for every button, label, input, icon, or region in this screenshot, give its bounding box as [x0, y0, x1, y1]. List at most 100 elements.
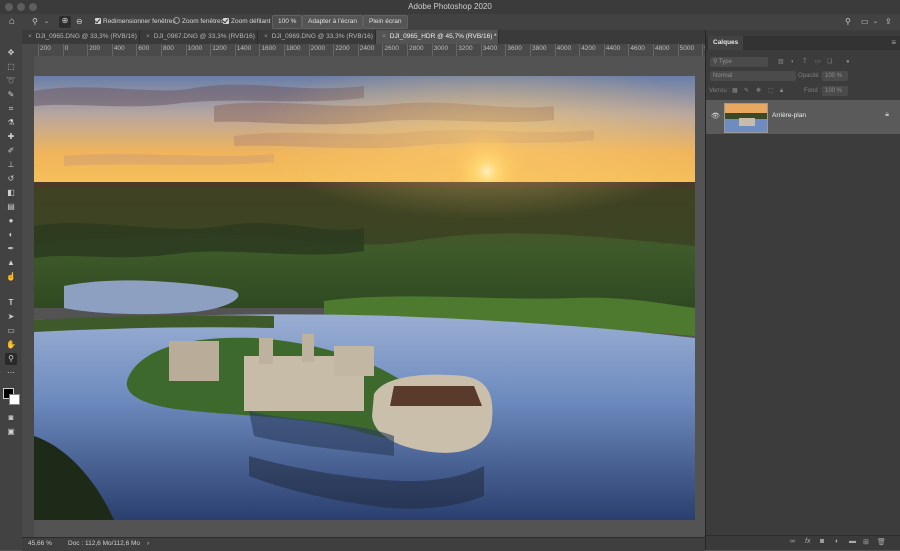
zoom-in-icon[interactable]: ⊕	[59, 16, 71, 28]
path-selection-tool-icon[interactable]: ➤	[5, 311, 17, 323]
dodge-tool-icon[interactable]: ◐	[5, 229, 17, 241]
share-icon[interactable]: ⇪	[885, 17, 892, 27]
shape-tool-icon[interactable]: ▭	[5, 325, 17, 337]
quick-selection-tool-icon[interactable]: ✎	[5, 89, 17, 101]
ruler-tick-label: 400	[113, 45, 125, 52]
ruler-tick-mark	[111, 44, 113, 56]
lock-pixels-icon[interactable]: ✎	[744, 86, 749, 96]
smudge-tool-icon[interactable]: ☝	[5, 271, 17, 283]
zoom-tool-icon[interactable]: ⚲	[5, 353, 17, 365]
ruler-tick-label: 200	[89, 45, 101, 52]
fill-field[interactable]: 100 %	[822, 86, 848, 96]
workspace-icon[interactable]: ▭	[861, 17, 869, 27]
zoom-all-checkbox[interactable]	[173, 17, 180, 24]
close-tab-icon[interactable]: ×	[146, 33, 150, 40]
adjustment-layer-icon[interactable]: ◐	[835, 538, 839, 545]
filter-smart-object-icon[interactable]: ❏	[827, 57, 832, 67]
more-tools-icon[interactable]: ⋯	[5, 367, 17, 379]
ruler-tick-mark	[628, 44, 630, 56]
tab-dji-0965-hdr[interactable]: × DJI_0965_HDR @ 45,7% (RVB/16) *	[376, 30, 499, 44]
type-tool-icon[interactable]: T	[5, 297, 17, 309]
sharpen-tool-icon[interactable]: ▲	[5, 257, 17, 269]
fit-screen-button[interactable]: Adapter à l'écran	[302, 15, 363, 29]
ruler-tick-mark	[530, 44, 531, 56]
marquee-tool-icon[interactable]: ⬚	[5, 61, 17, 73]
filter-shape-icon[interactable]: ▭	[815, 57, 821, 67]
ruler-tick-label: 600	[138, 45, 150, 52]
chevron-down-icon[interactable]: ⌄	[44, 17, 49, 27]
opacity-field[interactable]: 100 %	[822, 71, 848, 81]
eraser-tool-icon[interactable]: ◧	[5, 187, 17, 199]
search-icon[interactable]: ⚲	[845, 17, 851, 27]
add-mask-icon[interactable]: ◙	[820, 538, 824, 545]
tab-dji-0965[interactable]: × DJI_0965.DNG @ 33,3% (RVB/16)	[22, 30, 140, 44]
home-icon[interactable]: ⌂	[9, 17, 15, 27]
document-canvas[interactable]	[34, 56, 705, 537]
layer-row[interactable]: 👁︎ Arrière-plan 🔒︎	[706, 100, 900, 134]
tab-dji-0969[interactable]: × DJI_0969.DNG @ 33,3% (RVB/16)	[258, 30, 376, 44]
ruler-tick-mark	[653, 44, 654, 56]
lasso-tool-icon[interactable]: ➰	[5, 75, 17, 87]
gradient-tool-icon[interactable]: ▤	[5, 201, 17, 213]
lock-artboard-icon[interactable]: ⬚	[768, 86, 774, 96]
ruler-tick-mark	[333, 44, 335, 56]
panel-menu-icon[interactable]: ≡	[891, 38, 896, 47]
layer-style-icon[interactable]: fx	[805, 538, 810, 545]
screen-mode-icon[interactable]: ▣	[5, 426, 17, 438]
filter-toggle-icon[interactable]: ●	[846, 57, 850, 67]
scrubby-zoom-option[interactable]: Zoom défilant	[223, 16, 270, 28]
zoom-all-option[interactable]: Zoom fenêtres	[173, 16, 224, 28]
ruler-tick-label: 1600	[261, 45, 276, 52]
history-brush-tool-icon[interactable]: ↺	[5, 173, 17, 185]
layer-filter-search[interactable]: ⚲ Type	[710, 57, 768, 67]
lock-position-icon[interactable]: ✥	[756, 86, 761, 96]
close-tab-icon[interactable]: ×	[382, 33, 386, 40]
pen-tool-icon[interactable]: ✒	[5, 243, 17, 255]
ruler-tick-mark	[554, 44, 556, 56]
link-layers-icon[interactable]: ∞	[790, 538, 795, 545]
lock-all-icon[interactable]: 🔒︎	[780, 86, 783, 96]
blur-tool-icon[interactable]: ●	[5, 215, 17, 227]
crop-tool-icon[interactable]: ⌗	[5, 103, 17, 115]
filter-type-icon[interactable]: T	[803, 57, 807, 67]
new-layer-icon[interactable]: ⊞	[863, 538, 869, 546]
move-tool-icon[interactable]: ✥	[5, 47, 17, 59]
close-tab-icon[interactable]: ×	[28, 33, 32, 40]
zoom-out-icon[interactable]: ⊖	[76, 17, 83, 27]
tab-layers[interactable]: Calques	[708, 36, 744, 50]
ruler-tick-label: 3000	[433, 45, 449, 52]
close-tab-icon[interactable]: ×	[264, 33, 268, 40]
status-menu-arrow[interactable]: ›	[147, 540, 149, 547]
fill-label: Fond :	[804, 88, 822, 94]
healing-brush-tool-icon[interactable]: ✚	[5, 131, 17, 143]
filter-pixel-icon[interactable]: ▨	[778, 57, 784, 67]
zoom-100-button[interactable]: 100 %	[272, 15, 303, 29]
clone-stamp-tool-icon[interactable]: ⊥	[5, 159, 17, 171]
document-tabs: × DJI_0965.DNG @ 33,3% (RVB/16) × DJI_0967…	[22, 30, 705, 45]
quick-mask-icon[interactable]: ◙	[5, 412, 17, 424]
background-color-swatch[interactable]	[9, 394, 20, 405]
hand-tool-icon[interactable]: ✋	[5, 339, 17, 351]
filter-adjustment-icon[interactable]: ◑	[790, 57, 794, 67]
eyedropper-tool-icon[interactable]: ⚗	[5, 117, 17, 129]
fill-screen-button[interactable]: Plein écran	[363, 15, 408, 29]
scrubby-zoom-checkbox[interactable]	[223, 18, 229, 24]
ruler-tick-mark	[431, 44, 433, 56]
visibility-eye-icon[interactable]: 👁︎	[711, 112, 720, 120]
resize-windows-checkbox[interactable]	[95, 18, 101, 24]
ruler-tick-label: 5000	[679, 45, 695, 52]
workspace-chevron-icon[interactable]: ⌄	[873, 17, 878, 27]
ruler-tick-mark	[480, 44, 482, 56]
ruler-tick-mark	[357, 44, 359, 56]
zoom-tool-icon[interactable]: ⚲	[32, 17, 38, 27]
tab-dji-0967[interactable]: × DJI_0967.DNG @ 33,3% (RVB/16)	[140, 30, 258, 44]
ruler-tick-label: 3400	[482, 45, 498, 52]
zoom-level[interactable]: 45,66 %	[28, 540, 52, 547]
ruler-tick-label: 4200	[581, 45, 596, 52]
delete-layer-icon[interactable]: 🗑︎	[877, 538, 886, 546]
brush-tool-icon[interactable]: ✐	[5, 145, 17, 157]
resize-windows-option[interactable]: Redimensionner fenêtres	[95, 16, 176, 28]
lock-transparency-icon[interactable]: ▦	[732, 86, 738, 96]
new-group-icon[interactable]: ▬	[849, 538, 856, 545]
blend-mode-select[interactable]: Normal	[710, 71, 796, 81]
